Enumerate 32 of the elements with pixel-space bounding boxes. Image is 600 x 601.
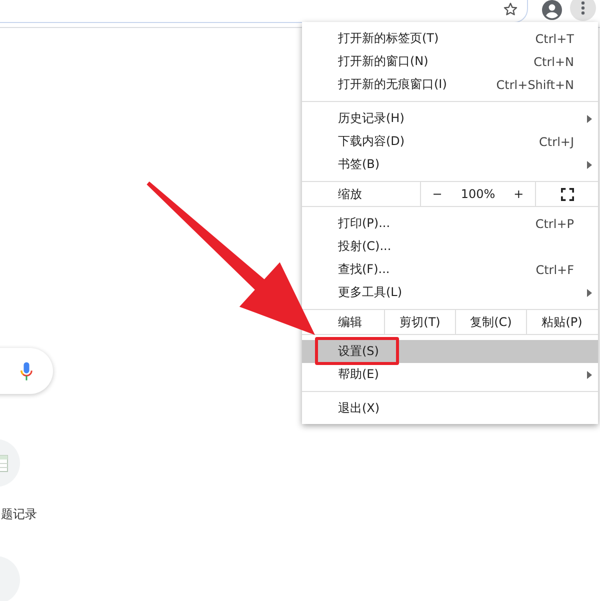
zoom-level: 100% [460, 187, 496, 201]
shortcut-text: Ctrl+F [536, 262, 574, 276]
zoom-in-button[interactable]: + [510, 182, 528, 206]
menu-item[interactable]: 打开新的标签页(T) Ctrl+T [302, 27, 598, 50]
menu-item[interactable]: 打开新的窗口(N) Ctrl+N [302, 50, 598, 73]
menu-label: 缩放 [338, 186, 363, 202]
shortcut-text: Ctrl+Shift+N [496, 78, 574, 92]
spreadsheet-icon [0, 454, 8, 472]
menu-item[interactable]: 投射(C)... [302, 235, 598, 258]
menu-item[interactable]: 设置(S) [302, 340, 598, 363]
menu-button[interactable] [570, 0, 596, 20]
menu-item[interactable]: 退出(X) [302, 397, 598, 420]
menu-item[interactable]: 书签(B) [302, 153, 598, 176]
fullscreen-icon [560, 188, 574, 200]
shortcut-text: Ctrl+P [535, 216, 574, 230]
menu-item[interactable]: 历史记录(H) [302, 107, 598, 130]
menu-icon [581, 0, 585, 14]
menu-item[interactable]: 更多工具(L) [302, 281, 598, 304]
microphone-icon[interactable] [20, 360, 33, 382]
shortcut-text: Ctrl+J [539, 134, 574, 148]
menu-item[interactable]: 查找(F)... Ctrl+F [302, 258, 598, 281]
menu-item[interactable]: 帮助(E) [302, 363, 598, 386]
shortcut-label[interactable]: 题记录 [1, 506, 37, 523]
account-icon[interactable] [542, 0, 562, 20]
menu-item[interactable]: 下载内容(D) Ctrl+J [302, 130, 598, 153]
menu-item[interactable]: 打开新的无痕窗口(I) Ctrl+Shift+N [302, 73, 598, 96]
menu-item[interactable]: 打印(P)... Ctrl+P [302, 212, 598, 235]
star-icon[interactable] [503, 2, 518, 16]
shortcut-text: Ctrl+N [534, 54, 574, 68]
shortcut-text: Ctrl+T [535, 32, 574, 46]
menu-label: 编辑 [338, 314, 363, 330]
zoom-out-button[interactable]: − [428, 182, 446, 206]
